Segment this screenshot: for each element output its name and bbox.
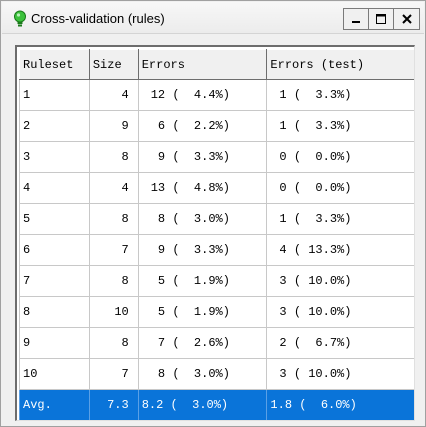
title-bar[interactable]: Cross-validation (rules)	[2, 2, 424, 34]
cell-errors-test: 4 ( 13.3%)	[266, 234, 414, 266]
lightbulb-icon	[12, 10, 28, 28]
cell-errors-test: 1.8 ( 6.0%)	[266, 389, 414, 420]
cell-errors: 9 ( 3.3%)	[137, 234, 268, 266]
window-controls	[343, 8, 420, 30]
cell-size: 4	[88, 79, 139, 111]
cell-ruleset: Avg.	[19, 389, 90, 420]
column-header-ruleset[interactable]: Ruleset	[19, 49, 90, 80]
close-icon[interactable]	[394, 9, 419, 29]
table-row[interactable]: 5 8 8 ( 3.0%) 1 ( 3.3%)	[19, 203, 414, 235]
cell-errors-test: 3 ( 10.0%)	[266, 296, 414, 328]
average-row[interactable]: Avg. 7.3 8.2 ( 3.0%) 1.8 ( 6.0%)	[19, 389, 414, 420]
cell-errors-test: 1 ( 3.3%)	[266, 110, 414, 142]
column-header-errors[interactable]: Errors	[137, 49, 268, 80]
table-row[interactable]: 8 10 5 ( 1.9%) 3 ( 10.0%)	[19, 296, 414, 328]
cell-errors: 7 ( 2.6%)	[137, 327, 268, 359]
cell-size: 8	[88, 265, 139, 297]
cross-validation-window: Cross-validation (rules) Ruleset Size Er…	[0, 0, 426, 427]
cell-ruleset: 6	[19, 234, 90, 266]
column-header-size[interactable]: Size	[88, 49, 139, 80]
table-row[interactable]: 3 8 9 ( 3.3%) 0 ( 0.0%)	[19, 141, 414, 173]
cell-errors: 5 ( 1.9%)	[137, 265, 268, 297]
cell-errors: 12 ( 4.4%)	[137, 79, 268, 111]
table-row[interactable]: 6 7 9 ( 3.3%) 4 ( 13.3%)	[19, 234, 414, 266]
cell-size: 10	[88, 296, 139, 328]
cell-errors-test: 3 ( 10.0%)	[266, 265, 414, 297]
cell-ruleset: 4	[19, 172, 90, 204]
cell-size: 8	[88, 203, 139, 235]
cell-errors-test: 0 ( 0.0%)	[266, 172, 414, 204]
results-table: Ruleset Size Errors Errors (test) 1 4 12…	[19, 49, 414, 420]
results-table-frame: Ruleset Size Errors Errors (test) 1 4 12…	[15, 45, 415, 421]
maximize-icon[interactable]	[369, 9, 394, 29]
table-row[interactable]: 9 8 7 ( 2.6%) 2 ( 6.7%)	[19, 327, 414, 359]
cell-errors: 6 ( 2.2%)	[137, 110, 268, 142]
cell-errors-test: 1 ( 3.3%)	[266, 79, 414, 111]
cell-ruleset: 8	[19, 296, 90, 328]
cell-size: 8	[88, 327, 139, 359]
cell-errors: 5 ( 1.9%)	[137, 296, 268, 328]
table-row[interactable]: 4 4 13 ( 4.8%) 0 ( 0.0%)	[19, 172, 414, 204]
cell-size: 7	[88, 358, 139, 390]
table-row[interactable]: 2 9 6 ( 2.2%) 1 ( 3.3%)	[19, 110, 414, 142]
cell-errors: 8 ( 3.0%)	[137, 203, 268, 235]
cell-errors: 13 ( 4.8%)	[137, 172, 268, 204]
table-header-row: Ruleset Size Errors Errors (test)	[19, 49, 414, 80]
cell-size: 8	[88, 141, 139, 173]
cell-ruleset: 5	[19, 203, 90, 235]
cell-size: 4	[88, 172, 139, 204]
cell-errors: 9 ( 3.3%)	[137, 141, 268, 173]
window-title: Cross-validation (rules)	[31, 11, 165, 26]
cell-errors-test: 0 ( 0.0%)	[266, 141, 414, 173]
cell-size: 7	[88, 234, 139, 266]
column-header-errors-test[interactable]: Errors (test)	[266, 49, 414, 80]
table-row[interactable]: 7 8 5 ( 1.9%) 3 ( 10.0%)	[19, 265, 414, 297]
cell-errors-test: 1 ( 3.3%)	[266, 203, 414, 235]
minimize-icon[interactable]	[344, 9, 369, 29]
cell-ruleset: 9	[19, 327, 90, 359]
cell-ruleset: 3	[19, 141, 90, 173]
cell-errors-test: 3 ( 10.0%)	[266, 358, 414, 390]
cell-errors-test: 2 ( 6.7%)	[266, 327, 414, 359]
cell-ruleset: 1	[19, 79, 90, 111]
table-row[interactable]: 1 4 12 ( 4.4%) 1 ( 3.3%)	[19, 79, 414, 111]
cell-ruleset: 7	[19, 265, 90, 297]
cell-size: 7.3	[88, 389, 139, 420]
cell-ruleset: 2	[19, 110, 90, 142]
table-row[interactable]: 10 7 8 ( 3.0%) 3 ( 10.0%)	[19, 358, 414, 390]
cell-errors: 8 ( 3.0%)	[137, 358, 268, 390]
cell-size: 9	[88, 110, 139, 142]
cell-errors: 8.2 ( 3.0%)	[137, 389, 268, 420]
cell-ruleset: 10	[19, 358, 90, 390]
